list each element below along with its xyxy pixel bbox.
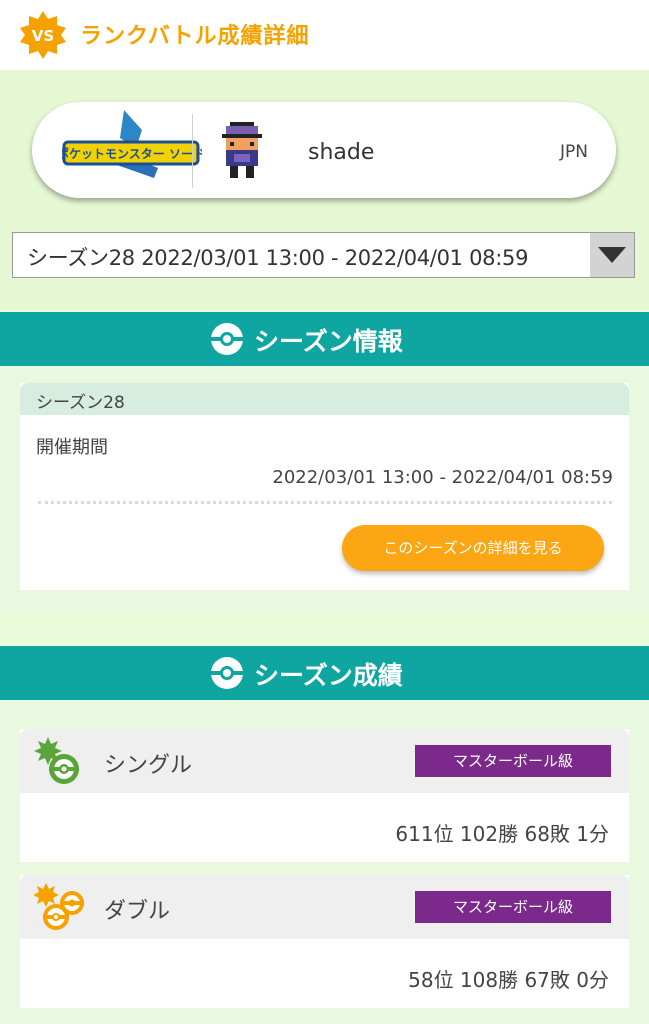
single-battle-icon xyxy=(34,737,79,784)
double-battle-icon xyxy=(34,883,84,930)
double-result-card: ダブル マスターボール級 58位 108勝 67敗 0分 xyxy=(20,875,629,1008)
pokeball-icon xyxy=(211,323,243,355)
double-stats: 58位 108勝 67敗 0分 xyxy=(408,968,609,992)
season-info-title: シーズン情報 xyxy=(254,327,403,356)
period-value: 2022/03/01 13:00 - 2022/04/01 08:59 xyxy=(272,467,613,488)
season-name-header: シーズン28 xyxy=(20,383,629,415)
season-select-value: シーズン28 2022/03/01 13:00 - 2022/04/01 08:… xyxy=(27,246,529,270)
player-name: shade xyxy=(308,140,375,165)
chevron-down-icon xyxy=(598,247,626,263)
trainer-avatar-icon xyxy=(222,122,262,178)
period-label: 開催期間 xyxy=(36,437,108,458)
season-info-card: シーズン28 開催期間 2022/03/01 13:00 - 2022/04/0… xyxy=(20,383,629,590)
double-rank-badge: マスターボール級 xyxy=(415,891,611,923)
season-info-bar: シーズン情報 xyxy=(0,312,649,366)
season-name: シーズン28 xyxy=(36,393,125,413)
svg-text:VS: VS xyxy=(32,27,54,45)
player-region: JPN xyxy=(560,142,588,162)
season-results-title: シーズン成績 xyxy=(254,661,403,690)
double-label: ダブル xyxy=(104,899,171,924)
single-label: シングル xyxy=(104,753,193,778)
single-rank-badge: マスターボール級 xyxy=(415,745,611,777)
season-select-arrow[interactable] xyxy=(590,233,634,277)
page-header: VS ランクバトル成績詳細 xyxy=(0,0,649,70)
page-title: ランクバトル成績詳細 xyxy=(80,24,310,49)
season-detail-button[interactable]: このシーズンの詳細を見る xyxy=(342,525,604,571)
section-gap xyxy=(0,613,649,646)
season-results-bar: シーズン成績 xyxy=(0,646,649,700)
dotted-divider xyxy=(38,501,612,504)
single-result-card: シングル マスターボール級 611位 102勝 68敗 1分 xyxy=(20,729,629,862)
season-select[interactable]: シーズン28 2022/03/01 13:00 - 2022/04/01 08:… xyxy=(12,232,635,278)
single-stats: 611位 102勝 68敗 1分 xyxy=(395,822,609,846)
svg-text:ポケットモンスター ソード: ポケットモンスター ソード xyxy=(62,146,202,161)
game-logo-icon: ポケットモンスター ソード xyxy=(62,110,202,178)
pokeball-icon xyxy=(211,657,243,689)
player-card: ポケットモンスター ソード shade JPN xyxy=(32,102,616,198)
single-result-header: シングル マスターボール級 xyxy=(20,729,629,793)
vs-badge-icon: VS xyxy=(20,11,66,59)
double-result-header: ダブル マスターボール級 xyxy=(20,875,629,939)
card-divider xyxy=(192,114,193,188)
